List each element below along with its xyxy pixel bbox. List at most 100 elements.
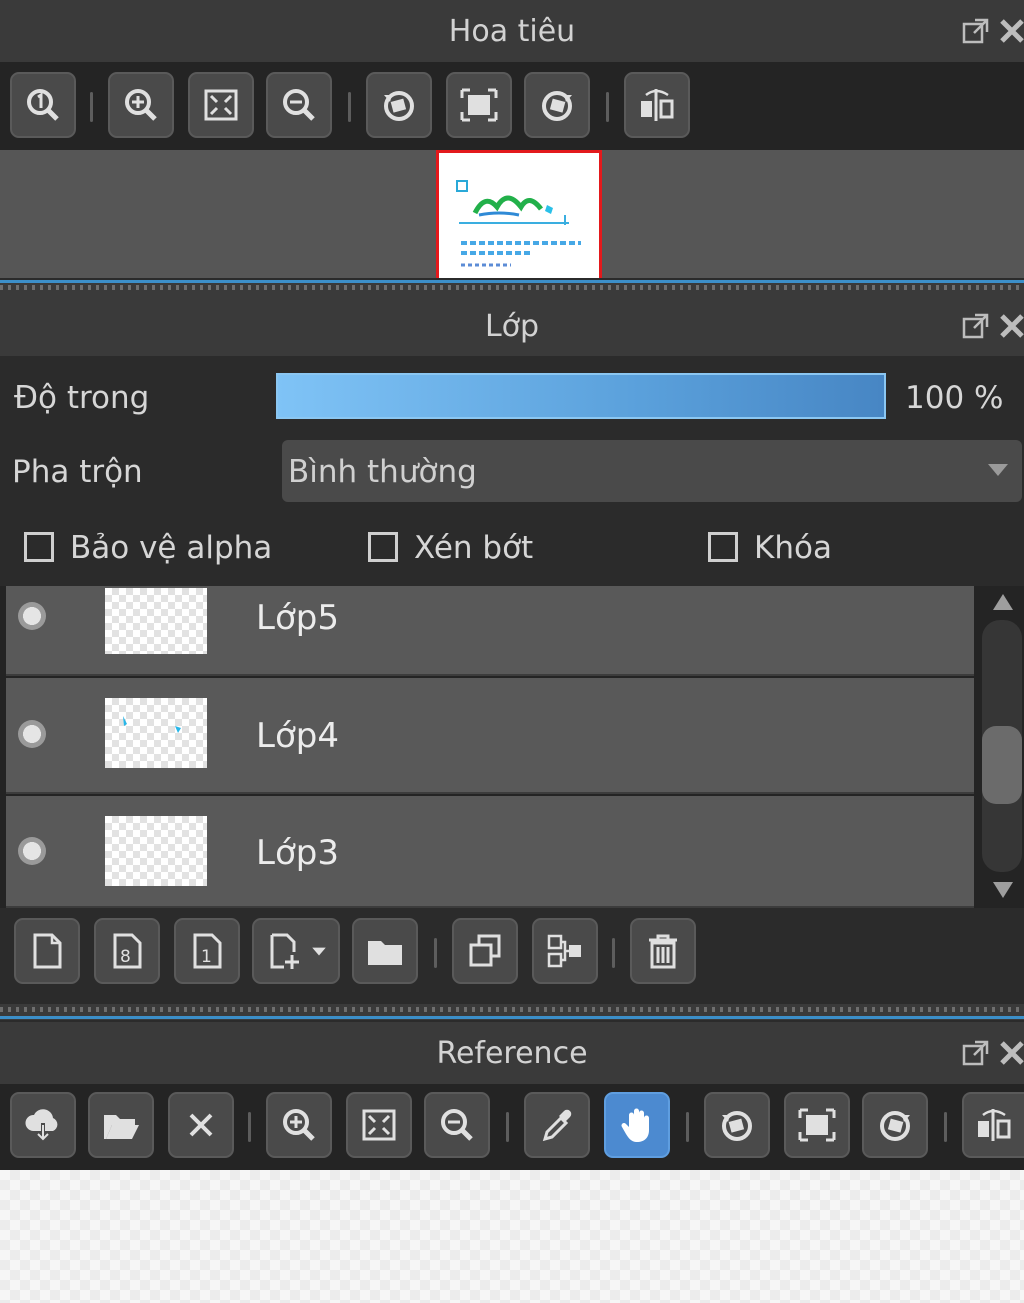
open-file-button[interactable] [88, 1092, 154, 1158]
undock-icon[interactable] [954, 295, 998, 357]
zoom-actual-icon [27, 89, 59, 121]
new-8bit-layer-button[interactable]: 8 [94, 918, 160, 984]
layer-row[interactable]: Lớp3 [6, 796, 974, 908]
close-icon[interactable] [998, 295, 1024, 357]
blend-mode-select[interactable]: Bình thường [282, 440, 1022, 502]
scroll-thumb[interactable] [982, 726, 1022, 804]
chevron-down-icon [988, 464, 1008, 476]
zoom-actual-button[interactable] [10, 72, 76, 138]
clipping-checkbox[interactable] [368, 532, 398, 562]
rotate-left-button[interactable] [366, 72, 432, 138]
layer-name: Lớp4 [256, 716, 339, 756]
rotate-right-button[interactable] [524, 72, 590, 138]
panel-splitter[interactable] [0, 280, 1024, 296]
visibility-icon[interactable] [18, 720, 46, 748]
ref-reset-view-button[interactable] [784, 1092, 850, 1158]
lock-label: Khóa [754, 530, 832, 566]
layer-name: Lớp5 [256, 598, 339, 638]
layer-name: Lớp3 [256, 833, 339, 873]
navigator-title: Hoa tiêu [448, 13, 576, 49]
layer-8bit-icon: 8 [113, 933, 142, 969]
visibility-icon[interactable] [18, 602, 46, 630]
toolbar-separator [506, 1112, 509, 1142]
close-icon [189, 1113, 213, 1137]
new-layer-button[interactable] [14, 918, 80, 984]
lock-checkbox[interactable] [708, 532, 738, 562]
add-layer-icon [270, 933, 299, 969]
scroll-down-icon[interactable] [992, 880, 1014, 900]
layer-thumbnail [105, 698, 207, 768]
hand-icon [621, 1108, 649, 1142]
merge-layer-icon [547, 934, 581, 968]
reset-view-icon [798, 1108, 836, 1142]
protect-alpha-label: Bảo vệ alpha [70, 530, 273, 566]
ref-fit-window-button[interactable] [346, 1092, 412, 1158]
reference-canvas[interactable] [0, 1170, 1024, 1303]
visibility-icon[interactable] [18, 837, 46, 865]
cloud-download-icon [25, 1109, 58, 1144]
svg-text:1: 1 [201, 947, 212, 967]
hand-tool-button[interactable] [604, 1092, 670, 1158]
layer-row[interactable]: Lớp4 [6, 678, 974, 794]
fit-window-button[interactable] [188, 72, 254, 138]
trash-icon [649, 934, 677, 969]
layer-row[interactable]: Lớp5 [6, 586, 974, 676]
flip-horizontal-icon [641, 89, 674, 121]
toolbar-separator [348, 92, 351, 122]
rotate-left-icon [722, 1111, 752, 1141]
scroll-up-icon[interactable] [992, 592, 1014, 612]
layer-1bit-icon: 1 [193, 933, 222, 969]
rotate-right-icon [542, 91, 572, 121]
chevron-down-icon [312, 947, 326, 956]
layer-list-scrollbar[interactable] [980, 586, 1024, 908]
opacity-value: 100 % [905, 380, 1004, 416]
flip-horizontal-icon [978, 1109, 1011, 1141]
duplicate-layer-button[interactable] [452, 918, 518, 984]
opacity-label: Độ trong [14, 380, 150, 416]
toolbar-separator [944, 1112, 947, 1142]
navigator-viewport[interactable] [0, 150, 1024, 278]
protect-alpha-checkbox[interactable] [24, 532, 54, 562]
navigator-title-bar: Hoa tiêu [0, 0, 1024, 62]
close-reference-button[interactable] [168, 1092, 234, 1158]
fit-window-icon [204, 89, 238, 121]
canvas-preview[interactable] [436, 150, 602, 278]
zoom-in-icon [125, 89, 157, 121]
merge-down-button[interactable] [532, 918, 598, 984]
layer-toolbar: 8 1 [0, 908, 1024, 998]
rotate-left-icon [384, 91, 414, 121]
toolbar-separator [606, 92, 609, 122]
close-icon[interactable] [998, 1022, 1024, 1084]
flip-horizontal-button[interactable] [624, 72, 690, 138]
cloud-download-button[interactable] [10, 1092, 76, 1158]
undock-icon[interactable] [954, 1022, 998, 1084]
toolbar-separator [90, 92, 93, 122]
zoom-out-button[interactable] [266, 72, 332, 138]
add-layer-dropdown-button[interactable] [252, 918, 340, 984]
svg-text:8: 8 [120, 947, 131, 967]
ref-zoom-in-button[interactable] [266, 1092, 332, 1158]
ref-rotate-right-button[interactable] [862, 1092, 928, 1158]
close-icon[interactable] [998, 0, 1024, 62]
layer-thumbnail [105, 588, 207, 654]
new-page-icon [33, 933, 62, 969]
toolbar-separator [686, 1112, 689, 1142]
delete-layer-button[interactable] [630, 918, 696, 984]
ref-zoom-out-button[interactable] [424, 1092, 490, 1158]
reset-view-button[interactable] [446, 72, 512, 138]
ref-rotate-left-button[interactable] [704, 1092, 770, 1158]
opacity-slider[interactable] [276, 373, 886, 419]
new-1bit-layer-button[interactable]: 1 [174, 918, 240, 984]
fit-window-icon [362, 1109, 396, 1141]
blend-mode-value: Bình thường [288, 454, 477, 490]
panel-splitter[interactable] [0, 1004, 1024, 1020]
undock-icon[interactable] [954, 0, 998, 62]
ref-flip-horizontal-button[interactable] [962, 1092, 1024, 1158]
eyedropper-button[interactable] [524, 1092, 590, 1158]
navigator-toolbar [0, 62, 1024, 150]
blend-mode-label: Pha trộn [12, 454, 143, 490]
new-folder-button[interactable] [352, 918, 418, 984]
duplicate-icon [469, 934, 501, 967]
open-folder-icon [104, 1115, 139, 1139]
zoom-in-button[interactable] [108, 72, 174, 138]
